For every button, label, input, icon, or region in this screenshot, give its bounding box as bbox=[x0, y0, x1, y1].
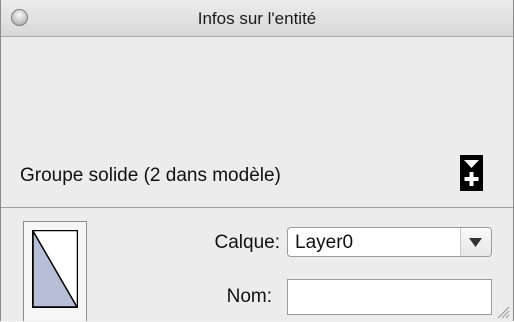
entity-type-label: Groupe solide (2 dans modèle) bbox=[20, 165, 281, 186]
chevron-down-icon[interactable] bbox=[460, 228, 491, 256]
title-bar[interactable]: Infos sur l'entité bbox=[1, 0, 513, 37]
name-label: Nom: bbox=[226, 286, 272, 307]
entity-info-window: Infos sur l'entité Groupe solide (2 dans… bbox=[0, 0, 514, 321]
name-input[interactable] bbox=[287, 279, 492, 315]
layer-dropdown[interactable]: Layer0 bbox=[287, 227, 492, 257]
resize-grip-icon[interactable] bbox=[496, 305, 510, 319]
entity-summary-panel: Groupe solide (2 dans modèle) bbox=[1, 37, 513, 208]
layer-label: Calque: bbox=[214, 232, 281, 253]
material-swatch-icon[interactable] bbox=[23, 221, 87, 321]
entity-properties-panel: Calque: Layer0 Nom: bbox=[1, 208, 513, 321]
expand-details-icon[interactable] bbox=[460, 155, 483, 191]
layer-dropdown-value: Layer0 bbox=[295, 232, 354, 253]
window-title: Infos sur l'entité bbox=[197, 9, 317, 28]
